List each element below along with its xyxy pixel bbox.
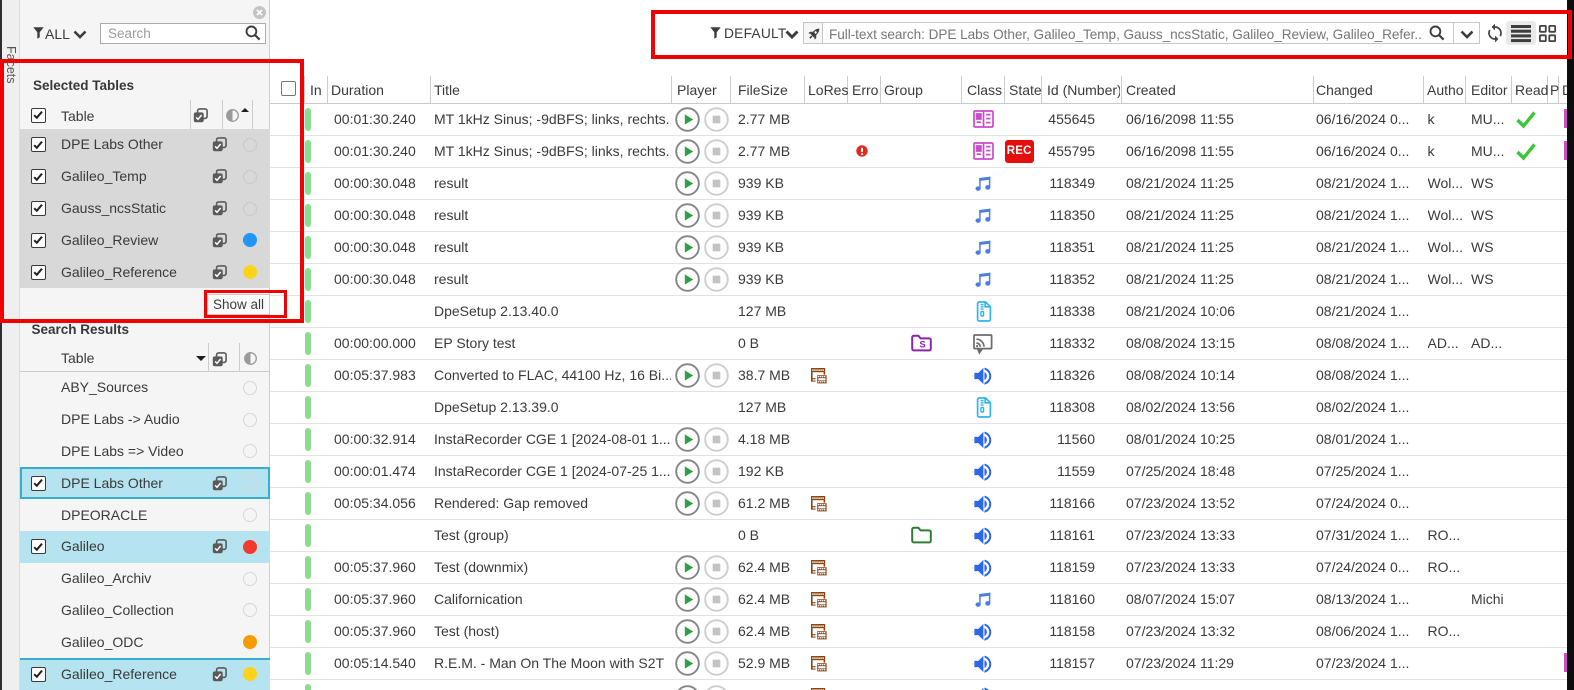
svg-text:S: S [919, 340, 925, 351]
